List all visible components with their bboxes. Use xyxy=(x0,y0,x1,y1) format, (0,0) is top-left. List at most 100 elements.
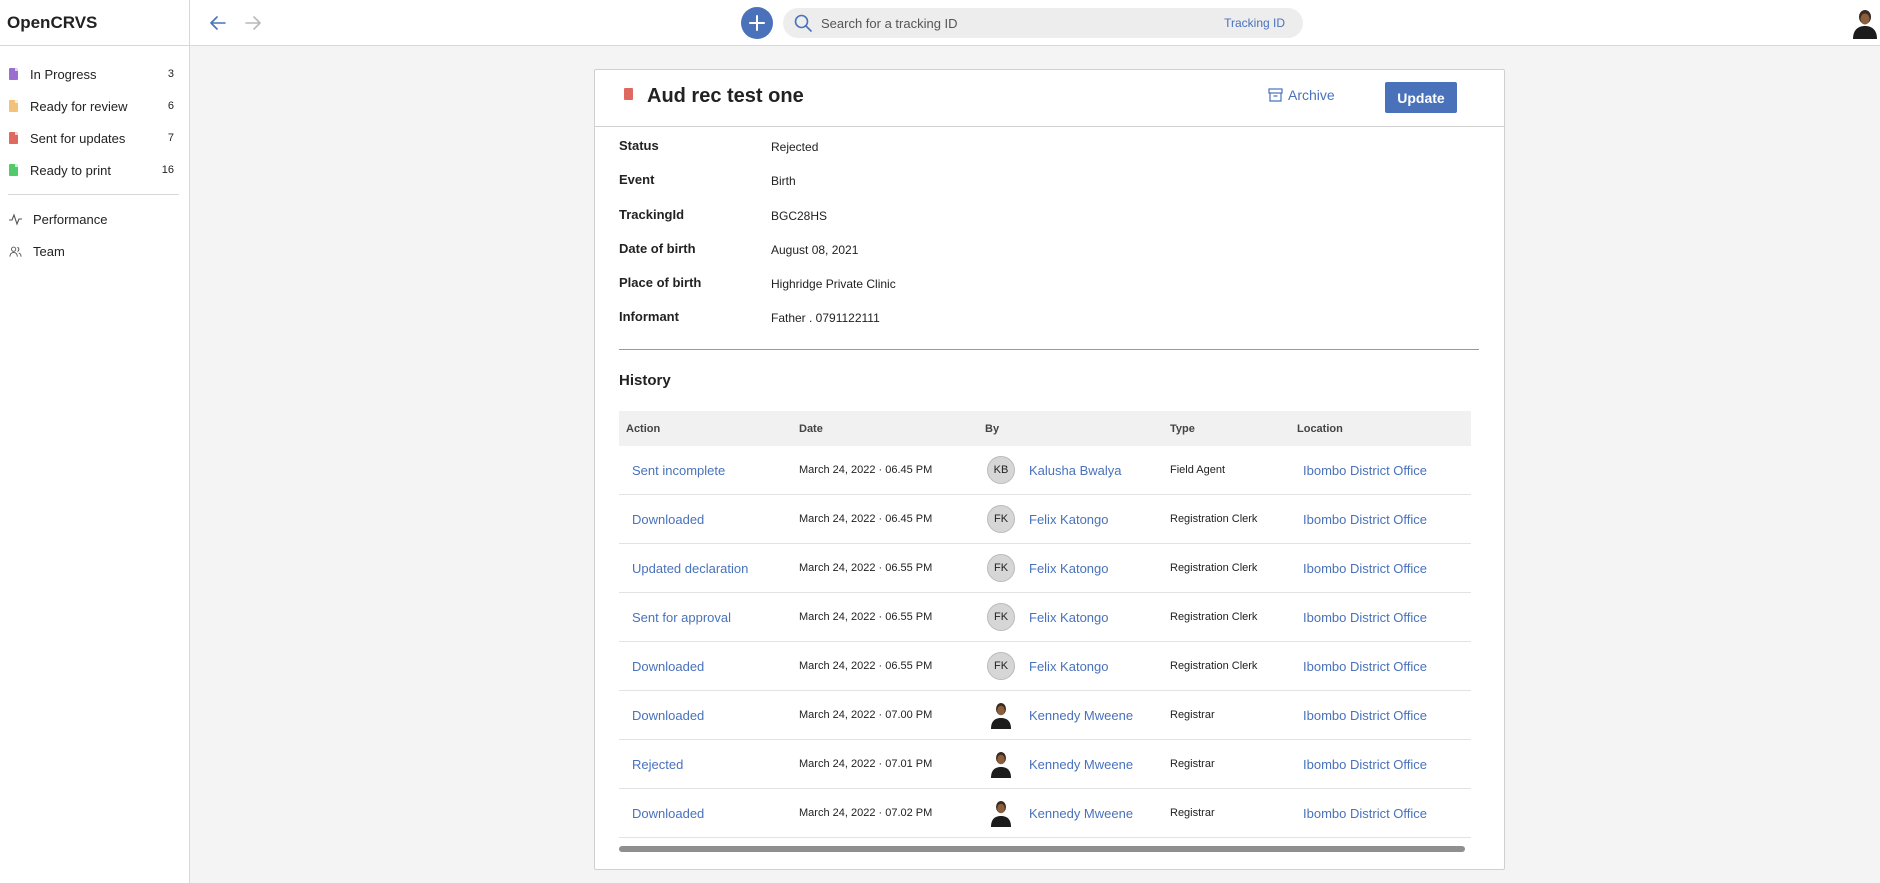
table-header: Action Date By Type Location xyxy=(619,411,1471,446)
sidebar-item-ready-for-review[interactable]: Ready for review 6 xyxy=(0,90,189,122)
sidebar: OpenCRVS In Progress 3 Ready for review … xyxy=(0,0,190,883)
user-initials-avatar: FK xyxy=(987,554,1015,582)
sidebar-item-in-progress[interactable]: In Progress 3 xyxy=(0,58,189,90)
history-by: FK Felix Katongo xyxy=(985,603,1170,631)
user-name-link[interactable]: Kennedy Mweene xyxy=(1029,757,1133,772)
history-date: March 24, 2022 · 06.45 PM xyxy=(799,464,933,476)
sidebar-item-team[interactable]: Team xyxy=(0,235,189,267)
sidebar-item-label: In Progress xyxy=(30,66,97,82)
history-date: March 24, 2022 · 06.55 PM xyxy=(799,611,933,623)
table-row: Downloaded March 24, 2022 · 06.45 PM FK Fel… xyxy=(619,495,1471,544)
history-action-link[interactable]: Downloaded xyxy=(619,806,799,821)
history-location-link[interactable]: Ibombo District Office xyxy=(1297,806,1471,821)
user-name-link[interactable]: Felix Katongo xyxy=(1029,512,1109,527)
table-row: Sent incomplete March 24, 2022 · 06.45 PM… xyxy=(619,446,1471,495)
history-action-link[interactable]: Updated declaration xyxy=(619,561,799,576)
history-date: March 24, 2022 · 07.01 PM xyxy=(799,758,933,770)
sidebar-item-count: 3 xyxy=(167,68,174,80)
user-initials-avatar: FK xyxy=(987,603,1015,631)
history-by: Kennedy Mweene xyxy=(985,701,1170,729)
sidebar-nav: In Progress 3 Ready for review 6 Sent fo… xyxy=(0,46,189,267)
history-location-link[interactable]: Ibombo District Office xyxy=(1297,463,1471,478)
history-type: Registrar xyxy=(1170,709,1215,721)
user-photo-avatar xyxy=(987,750,1015,778)
back-arrow-icon[interactable] xyxy=(207,12,229,34)
history-type: Registration Clerk xyxy=(1170,611,1258,623)
table-row: Downloaded March 24, 2022 · 07.02 PM Kenne… xyxy=(619,789,1471,838)
sidebar-item-label: Team xyxy=(33,243,65,259)
detail-value: Birth xyxy=(771,174,796,189)
user-name-link[interactable]: Kalusha Bwalya xyxy=(1029,463,1122,478)
detail-row-status: Status Rejected xyxy=(619,138,1479,172)
history-location-link[interactable]: Ibombo District Office xyxy=(1297,659,1471,674)
table-row: Downloaded March 24, 2022 · 07.00 PM Kenne… xyxy=(619,691,1471,740)
detail-label: Date of birth xyxy=(619,240,696,256)
column-header-type: Type xyxy=(1170,422,1195,435)
detail-row-date-of-birth: Date of birth August 08, 2021 xyxy=(619,241,1479,275)
new-event-button[interactable] xyxy=(741,7,773,39)
user-name-link[interactable]: Felix Katongo xyxy=(1029,610,1109,625)
user-name-link[interactable]: Kennedy Mweene xyxy=(1029,806,1133,821)
history-location-link[interactable]: Ibombo District Office xyxy=(1297,610,1471,625)
history-action-link[interactable]: Sent for approval xyxy=(619,610,799,625)
history-action-link[interactable]: Downloaded xyxy=(619,659,799,674)
user-name-link[interactable]: Felix Katongo xyxy=(1029,561,1109,576)
history-type: Registration Clerk xyxy=(1170,513,1258,525)
sidebar-item-ready-to-print[interactable]: Ready to print 16 xyxy=(0,154,189,186)
detail-label: Informant xyxy=(619,309,679,325)
history-location-link[interactable]: Ibombo District Office xyxy=(1297,561,1471,576)
history-by: FK Felix Katongo xyxy=(985,505,1170,533)
users-icon xyxy=(9,245,22,258)
history-location-link[interactable]: Ibombo District Office xyxy=(1297,757,1471,772)
document-icon xyxy=(9,132,18,144)
sidebar-item-label: Ready to print xyxy=(30,162,111,178)
detail-value: August 08, 2021 xyxy=(771,242,859,257)
detail-label: TrackingId xyxy=(619,206,685,222)
update-button[interactable]: Update xyxy=(1385,82,1457,113)
detail-label: Place of birth xyxy=(619,275,702,291)
archive-button[interactable]: Archive xyxy=(1268,87,1335,103)
sidebar-item-label: Sent for updates xyxy=(30,130,126,146)
column-header-action: Action xyxy=(626,422,661,435)
history-action-link[interactable]: Rejected xyxy=(619,757,799,772)
history-by: FK Felix Katongo xyxy=(985,652,1170,680)
record-title: Aud rec test one xyxy=(647,85,804,107)
search-type-selector[interactable]: Tracking ID xyxy=(1224,16,1285,30)
history-date: March 24, 2022 · 06.45 PM xyxy=(799,513,933,525)
user-name-link[interactable]: Felix Katongo xyxy=(1029,659,1109,674)
user-avatar[interactable] xyxy=(1850,7,1880,39)
sidebar-item-performance[interactable]: Performance xyxy=(0,203,189,235)
detail-label: Event xyxy=(619,172,655,188)
sidebar-item-count: 6 xyxy=(167,100,174,112)
section-divider xyxy=(619,349,1479,350)
history-date: March 24, 2022 · 06.55 PM xyxy=(799,660,933,672)
history-action-link[interactable]: Sent incomplete xyxy=(619,463,799,478)
column-header-date: Date xyxy=(799,422,823,435)
app-logo: OpenCRVS xyxy=(0,0,189,46)
sidebar-divider xyxy=(8,194,179,195)
history-location-link[interactable]: Ibombo District Office xyxy=(1297,708,1471,723)
history-by: Kennedy Mweene xyxy=(985,799,1170,827)
detail-label: Status xyxy=(619,138,659,153)
detail-row-tracking-id: TrackingId BGC28HS xyxy=(619,207,1479,241)
history-action-link[interactable]: Downloaded xyxy=(619,708,799,723)
archive-label: Archive xyxy=(1288,87,1335,103)
table-row: Sent for approval March 24, 2022 · 06.55 … xyxy=(619,593,1471,642)
sidebar-item-sent-for-updates[interactable]: Sent for updates 7 xyxy=(0,122,189,154)
user-initials-avatar: FK xyxy=(987,652,1015,680)
top-bar: Tracking ID xyxy=(190,0,1880,46)
history-by: KB Kalusha Bwalya xyxy=(985,456,1170,484)
table-body: Sent incomplete March 24, 2022 · 06.45 PM… xyxy=(619,446,1471,838)
activity-icon xyxy=(9,212,22,226)
history-table: Action Date By Type Location Sent incomp… xyxy=(619,411,1471,838)
history-action-link[interactable]: Downloaded xyxy=(619,512,799,527)
history-type: Field Agent xyxy=(1170,464,1226,476)
horizontal-scrollbar[interactable] xyxy=(619,846,1465,852)
search-input[interactable] xyxy=(821,15,1201,31)
history-location-link[interactable]: Ibombo District Office xyxy=(1297,512,1471,527)
user-photo-avatar xyxy=(987,701,1015,729)
detail-value: Highridge Private Clinic xyxy=(771,277,896,292)
table-row: Downloaded March 24, 2022 · 06.55 PM FK Fel… xyxy=(619,642,1471,691)
forward-arrow-icon[interactable] xyxy=(242,12,264,34)
user-name-link[interactable]: Kennedy Mweene xyxy=(1029,708,1133,723)
